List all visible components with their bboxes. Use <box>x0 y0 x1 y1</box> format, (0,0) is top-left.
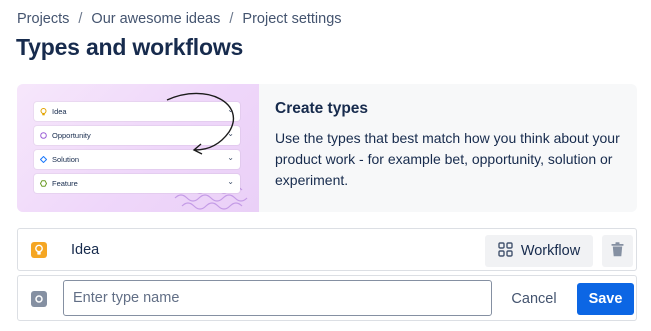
banner-text: Create types Use the types that best mat… <box>275 100 621 191</box>
type-placeholder-icon[interactable] <box>31 291 47 307</box>
breadcrumb-separator: / <box>78 11 83 27</box>
banner-illustration: Idea ⌄ Opportunity ⌄ Solution ⌄ Feature … <box>17 84 259 212</box>
page-title: Types and workflows <box>16 34 244 60</box>
delete-type-button[interactable] <box>602 235 633 267</box>
type-name: Idea <box>71 242 100 258</box>
workflow-icon <box>498 241 513 261</box>
cancel-button[interactable]: Cancel <box>503 283 565 315</box>
type-name-input[interactable] <box>63 280 492 316</box>
bulb-icon <box>31 242 47 258</box>
workflow-button[interactable]: Workflow <box>485 235 593 267</box>
banner-description: Use the types that best match how you th… <box>275 130 620 188</box>
breadcrumb-projects[interactable]: Projects <box>17 11 69 27</box>
breadcrumb-separator: / <box>229 11 234 27</box>
type-row-idea: Idea Workflow <box>17 228 637 271</box>
breadcrumb: Projects / Our awesome ideas / Project s… <box>17 11 342 27</box>
curved-arrow-icon <box>166 92 235 155</box>
trash-icon <box>611 242 624 260</box>
banner-title: Create types <box>275 100 369 117</box>
workflow-label: Workflow <box>520 243 581 259</box>
create-types-banner: Idea ⌄ Opportunity ⌄ Solution ⌄ Feature … <box>17 84 637 212</box>
new-type-row: Cancel Save <box>17 275 637 321</box>
breadcrumb-project-settings[interactable]: Project settings <box>242 11 341 27</box>
breadcrumb-project[interactable]: Our awesome ideas <box>91 11 220 27</box>
save-button[interactable]: Save <box>577 283 634 315</box>
